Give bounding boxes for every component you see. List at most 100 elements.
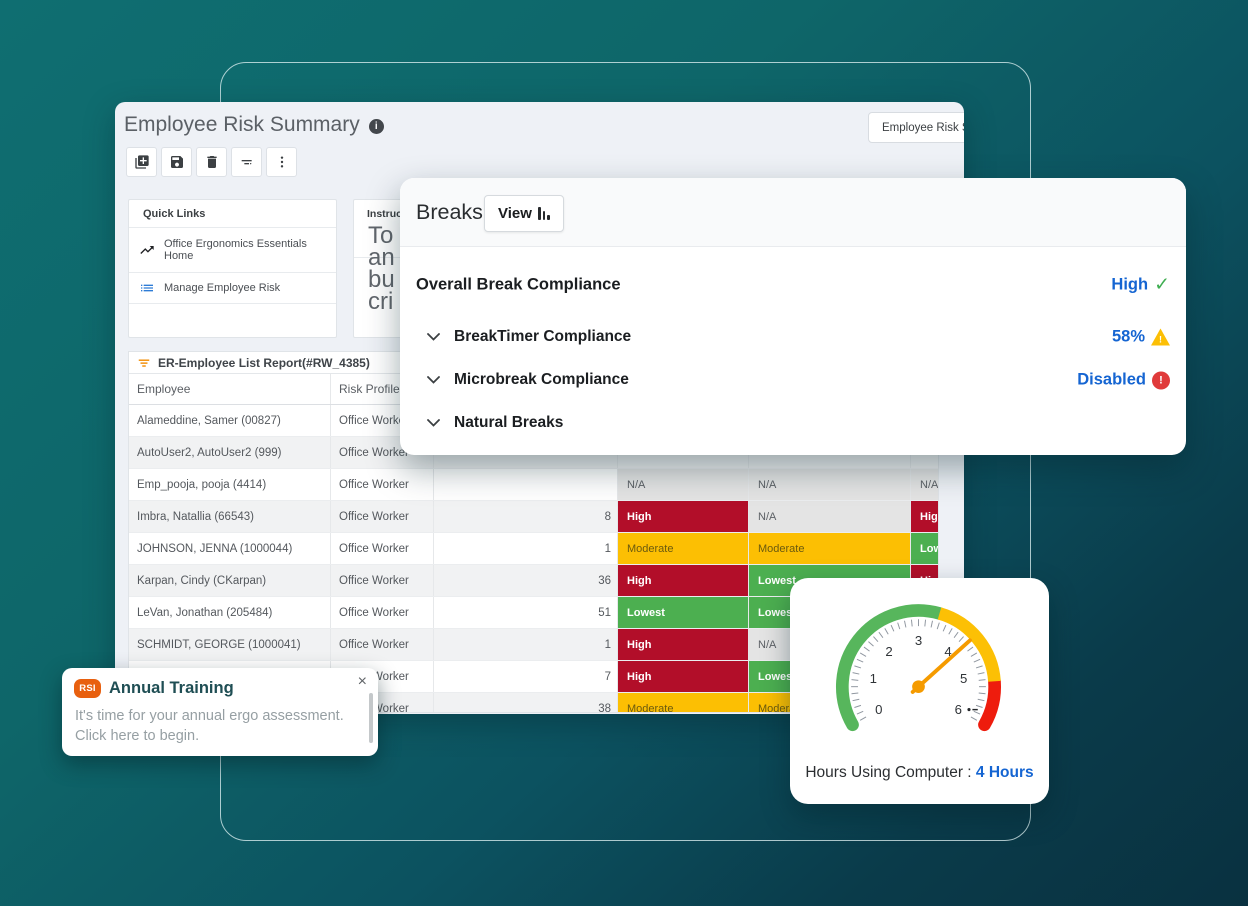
- save-icon: [169, 154, 185, 170]
- table-cell: N/A: [618, 469, 749, 500]
- trending-up-icon: [139, 242, 155, 258]
- table-cell: Karpan, Cindy (CKarpan): [129, 565, 331, 596]
- table-cell: High: [618, 661, 749, 692]
- gauge-minor-tick: [979, 693, 986, 694]
- table-cell: N/A: [749, 501, 911, 532]
- gauge-caption: Hours Using Computer : 4 Hours: [790, 764, 1049, 782]
- table-cell: LeVan, Jonathan (205484): [129, 597, 331, 628]
- gauge-minor-tick: [853, 673, 860, 674]
- gauge-minor-tick: [974, 659, 980, 662]
- close-icon[interactable]: ×: [358, 674, 367, 690]
- quick-link-manage-employee-risk[interactable]: Manage Employee Risk: [129, 273, 336, 304]
- chevron-down-icon[interactable]: [427, 419, 440, 427]
- value-text: High: [1111, 276, 1148, 295]
- quick-link-label: Manage Employee Risk: [164, 282, 280, 294]
- microbreak-compliance-value: Disabled !: [1077, 371, 1170, 390]
- copy-plus-button[interactable]: [126, 147, 157, 177]
- table-cell: Moderate: [749, 533, 911, 564]
- annual-training-toast[interactable]: RSI Annual Training × It's time for your…: [62, 668, 378, 756]
- table-row[interactable]: JOHNSON, JENNA (1000044)Office Worker1Mo…: [129, 533, 938, 565]
- table-cell: High: [618, 501, 749, 532]
- gauge-tick-label: 6: [955, 702, 962, 717]
- gauge-tick-label: 0: [875, 702, 882, 717]
- instructions-text: To an bu cri: [368, 225, 395, 313]
- table-cell: High: [618, 629, 749, 660]
- gauge-caption-label: Hours Using Computer :: [805, 764, 976, 781]
- hours-using-computer-card: 0123456 Hours Using Computer : 4 Hours: [790, 578, 1049, 804]
- breaktimer-compliance-row: BreakTimer Compliance 58% !: [400, 318, 1186, 356]
- gauge-minor-tick: [853, 699, 860, 700]
- top-right-tab[interactable]: Employee Risk Sum: [868, 112, 964, 143]
- table-row[interactable]: Emp_pooja, pooja (4414)Office WorkerN/AN…: [129, 469, 938, 501]
- gauge-minor-tick: [851, 680, 858, 681]
- quick-links-title: Quick Links: [129, 200, 336, 228]
- gauge-minor-tick: [971, 653, 977, 656]
- more-button[interactable]: [266, 147, 297, 177]
- table-cell: JOHNSON, JENNA (1000044): [129, 533, 331, 564]
- chevron-down-icon[interactable]: [427, 376, 440, 384]
- microbreak-compliance-label: Microbreak Compliance: [454, 371, 629, 389]
- filter-lines-icon: [137, 356, 151, 370]
- gauge-minor-tick: [911, 620, 912, 627]
- save-button[interactable]: [161, 147, 192, 177]
- gauge-minor-tick: [978, 673, 985, 674]
- filter-button[interactable]: [231, 147, 262, 177]
- column-header-employee[interactable]: Employee: [129, 374, 331, 404]
- gauge-minor-tick: [904, 621, 905, 628]
- gauge-minor-tick: [974, 711, 980, 714]
- gauge-minor-tick: [976, 705, 983, 707]
- error-icon: !: [1152, 371, 1170, 389]
- microbreak-compliance-row: Microbreak Compliance Disabled !: [400, 361, 1186, 399]
- gauge-minor-tick: [898, 623, 900, 630]
- natural-breaks-label: Natural Breaks: [454, 414, 563, 432]
- table-cell: Emp_pooja, pooja (4414): [129, 469, 331, 500]
- gauge-minor-tick: [976, 666, 983, 668]
- natural-breaks-row: Natural Breaks: [400, 404, 1186, 442]
- table-cell: 51: [434, 597, 618, 628]
- gauge-tick-label: 1: [870, 671, 877, 686]
- gauge-minor-tick: [864, 647, 870, 651]
- gauge-minor-tick: [857, 659, 863, 662]
- table-cell: SCHMIDT, GEORGE (1000041): [129, 629, 331, 660]
- warning-icon: !: [1151, 329, 1170, 346]
- table-cell: N/A: [911, 469, 938, 500]
- table-cell: 1: [434, 629, 618, 660]
- trash-icon: [204, 154, 220, 170]
- chevron-down-icon[interactable]: [427, 333, 440, 341]
- value-text: 58%: [1112, 328, 1145, 347]
- delete-button[interactable]: [196, 147, 227, 177]
- gauge-minor-tick: [978, 699, 985, 700]
- instructions-line: cri: [368, 291, 395, 313]
- table-cell: Lowest: [618, 597, 749, 628]
- gauge-minor-tick: [868, 642, 873, 647]
- info-icon[interactable]: i: [369, 119, 384, 134]
- gauge-minor-tick: [967, 647, 973, 651]
- table-cell: 7: [434, 661, 618, 692]
- quick-link-ergonomics-home[interactable]: Office Ergonomics Essentials Home: [129, 228, 336, 273]
- rsi-badge: RSI: [74, 679, 101, 698]
- list-icon: [139, 280, 155, 296]
- gauge-tick-label: 2: [885, 644, 892, 659]
- table-cell: Low: [911, 533, 938, 564]
- table-row[interactable]: Imbra, Natallia (66543)Office Worker8Hig…: [129, 501, 938, 533]
- gauge-minor-tick: [891, 625, 894, 631]
- table-cell: Office Worker: [331, 629, 434, 660]
- toast-scrollbar[interactable]: [369, 693, 373, 743]
- table-cell: 38: [434, 693, 618, 713]
- gauge-needle-hub: [912, 680, 925, 693]
- table-cell: AutoUser2, AutoUser2 (999): [129, 437, 331, 468]
- toast-body[interactable]: It's time for your annual ergo assessmen…: [75, 706, 361, 746]
- table-cell: High: [911, 501, 938, 532]
- gauge-minor-tick: [949, 628, 952, 634]
- overall-break-compliance-value: High ✓: [1111, 276, 1170, 295]
- bar-chart-icon: [538, 207, 550, 220]
- view-button[interactable]: View: [484, 195, 564, 232]
- page-title: Employee Risk Summary i: [124, 113, 384, 137]
- table-cell: 36: [434, 565, 618, 596]
- gauge-minor-tick: [959, 637, 964, 642]
- table-cell: High: [618, 565, 749, 596]
- overall-break-compliance-row: Overall Break Compliance High ✓: [400, 266, 1186, 304]
- breaks-panel: Breaks View Overall Break Compliance Hig…: [400, 178, 1186, 455]
- filter-icon: [239, 154, 255, 170]
- table-cell: Moderate: [618, 533, 749, 564]
